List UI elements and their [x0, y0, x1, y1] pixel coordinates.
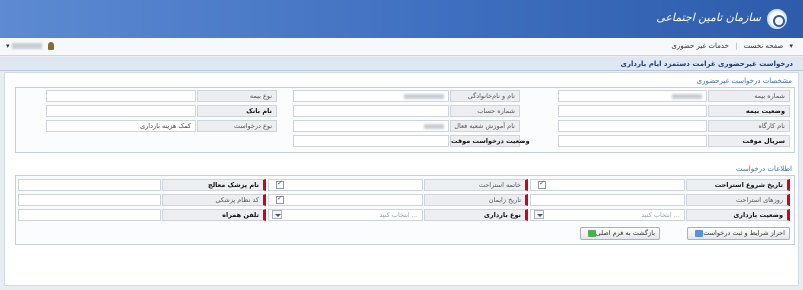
branch-name-label: نام آموزش شعبه فعال	[450, 120, 520, 132]
nav-bar: صفحه نخست | خدمات غیر حضوری ▾ ▾	[0, 38, 803, 56]
branch-name-value	[293, 120, 449, 132]
back-arrow-icon	[587, 229, 596, 237]
delivery-date-checkbox[interactable]	[276, 194, 284, 204]
request-type-value: کمک هزینه بارداری	[46, 120, 196, 132]
user-name	[11, 43, 42, 49]
delivery-date-label: تاریخ زایمان	[424, 194, 528, 206]
pregnancy-type-label: نوع بارداری	[424, 209, 528, 221]
page-title: درخواست غیرحضوری غرامت دستمزد ایام باردا…	[620, 60, 793, 68]
full-name-value	[293, 90, 449, 102]
submit-request-label: احراز شرایط و ثبت درخواست	[703, 229, 785, 237]
user-icon	[47, 42, 54, 50]
back-to-main-label: بازگشت به فرم اصلی	[595, 229, 655, 237]
request-section-title: مشخصات درخواست غیرحضوری	[696, 77, 792, 85]
rest-end-checkbox[interactable]	[276, 179, 284, 189]
workshop-name-value	[558, 120, 707, 132]
request-status-label: وضعیت درخواست موقت	[450, 135, 530, 147]
pregnancy-status-label: وضعیت بارداری	[686, 209, 790, 221]
doctor-name-label: نام پزشک معالج	[162, 179, 266, 191]
account-no-label: شماره حساب	[450, 105, 520, 117]
request-info-panel: تاریخ شروع استراحت خاتمه استراحت نام پزش…	[15, 175, 795, 245]
insurance-type-label: نوع بیمه	[197, 90, 277, 102]
organization-name: سازمان تامین اجتماعی	[656, 11, 761, 24]
insurance-status-label: وضعیت بیمه	[708, 105, 790, 117]
nav-services-menu[interactable]: خدمات غیر حضوری	[671, 42, 728, 50]
request-details-panel: شماره بیمه نام و نام‌خانوادگی نوع بیمه و…	[15, 87, 795, 153]
insurance-type-value	[46, 90, 196, 102]
doctor-code-input[interactable]	[18, 194, 161, 206]
breadcrumb: صفحه نخست | خدمات غیر حضوری ▾	[667, 42, 793, 50]
insurance-status-value	[558, 105, 707, 117]
nav-home-link[interactable]: صفحه نخست	[744, 42, 784, 50]
submit-request-button[interactable]: احراز شرایط و ثبت درخواست	[687, 227, 790, 240]
chevron-down-icon: ▾	[789, 42, 793, 50]
nav-separator: |	[735, 42, 738, 50]
pregnancy-status-select[interactable]: انتخاب کنید ...	[530, 209, 685, 221]
mobile-label: تلفن همراه	[162, 209, 266, 221]
info-section-title: اطلاعات درخواست	[736, 165, 792, 173]
chevron-down-icon[interactable]	[534, 210, 544, 219]
pregnancy-type-placeholder: انتخاب کنید ...	[379, 211, 418, 219]
tracking-serial-label: سریال موقت	[708, 135, 790, 147]
delivery-date-input[interactable]	[268, 194, 423, 206]
rest-start-date-input[interactable]	[530, 179, 685, 191]
request-status-value	[293, 135, 449, 147]
workshop-name-label: نام کارگاه	[708, 120, 790, 132]
organization-logo-icon	[767, 9, 787, 29]
page-title-bar: درخواست غیرحضوری غرامت دستمزد ایام باردا…	[0, 57, 803, 71]
back-to-main-button[interactable]: بازگشت به فرم اصلی	[579, 227, 660, 240]
rest-end-input[interactable]	[268, 179, 423, 191]
rest-start-date-checkbox[interactable]	[538, 179, 546, 189]
account-no-value	[293, 105, 449, 117]
request-type-label: نوع درخواست	[197, 120, 277, 132]
user-menu[interactable]: ▾	[6, 42, 54, 50]
doctor-code-label: کد نظام پزشکی	[162, 194, 266, 206]
chevron-down-icon: ▾	[6, 42, 10, 50]
insurance-no-value	[558, 90, 707, 102]
mobile-input[interactable]	[18, 209, 161, 221]
full-name-label: نام و نام‌خانوادگی	[450, 90, 520, 102]
rest-start-date-label: تاریخ شروع استراحت	[686, 179, 790, 191]
bank-name-label: نام بانک	[197, 105, 277, 117]
pregnancy-status-placeholder: انتخاب کنید ...	[641, 211, 680, 219]
rest-days-input[interactable]	[530, 194, 685, 206]
insurance-no-label: شماره بیمه	[708, 90, 790, 102]
tracking-serial-value	[558, 135, 707, 147]
rest-days-label: روزهای استراحت	[686, 194, 790, 206]
chevron-down-icon[interactable]	[272, 210, 282, 219]
rest-end-label: خاتمه استراحت	[424, 179, 528, 191]
bank-name-value	[46, 105, 196, 117]
app-header: سازمان تامین اجتماعی	[0, 0, 803, 38]
doctor-name-input[interactable]	[18, 179, 161, 191]
pregnancy-type-select[interactable]: انتخاب کنید ...	[268, 209, 423, 221]
main-content: مشخصات درخواست غیرحضوری شماره بیمه نام و…	[4, 72, 799, 286]
